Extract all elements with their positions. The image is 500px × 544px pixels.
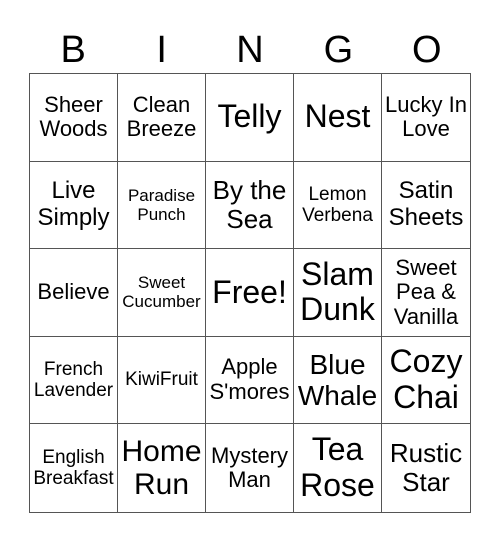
header-letter-b: B — [60, 29, 86, 71]
free-space-cell[interactable]: Free! — [206, 249, 294, 337]
bingo-cell[interactable]: Believe — [30, 249, 118, 337]
header-letter-g: G — [323, 29, 354, 71]
bingo-grid: Sheer Woods Clean Breeze Telly Nest Luck… — [29, 73, 471, 513]
bingo-cell[interactable]: By the Sea — [206, 161, 294, 250]
bingo-cell[interactable]: Live Simply — [30, 161, 118, 250]
bingo-cell[interactable]: Paradise Punch — [118, 161, 206, 250]
bingo-cell[interactable]: Mystery Man — [206, 424, 294, 512]
bingo-cell[interactable]: Nest — [294, 74, 382, 162]
bingo-cell[interactable]: KiwiFruit — [118, 336, 206, 425]
header-letter-o: O — [412, 29, 442, 71]
bingo-cell[interactable]: Tea Rose — [294, 424, 382, 512]
bingo-cell[interactable]: Sheer Woods — [30, 74, 118, 162]
bingo-cell[interactable]: Apple S'mores — [206, 336, 294, 425]
bingo-cell[interactable]: Lemon Verbena — [294, 161, 382, 250]
bingo-cell[interactable]: Lucky In Love — [382, 74, 470, 162]
bingo-cell[interactable]: Blue Whale — [294, 336, 382, 425]
header-letter-n: N — [236, 29, 264, 71]
bingo-cell[interactable]: Home Run — [118, 424, 206, 512]
header-letter-i: I — [156, 29, 167, 71]
bingo-header: B I N G O — [29, 28, 471, 72]
bingo-cell[interactable]: Sweet Cucumber — [118, 249, 206, 337]
bingo-cell[interactable]: Clean Breeze — [118, 74, 206, 162]
bingo-cell[interactable]: Sweet Pea & Vanilla — [382, 249, 470, 337]
bingo-cell[interactable]: Slam Dunk — [294, 249, 382, 337]
bingo-cell[interactable]: English Breakfast — [30, 424, 118, 512]
bingo-cell[interactable]: Telly — [206, 74, 294, 162]
bingo-cell[interactable]: Rustic Star — [382, 424, 470, 512]
bingo-cell[interactable]: Satin Sheets — [382, 162, 470, 250]
bingo-cell[interactable]: Cozy Chai — [382, 337, 470, 425]
bingo-cell[interactable]: French Lavender — [30, 336, 118, 425]
